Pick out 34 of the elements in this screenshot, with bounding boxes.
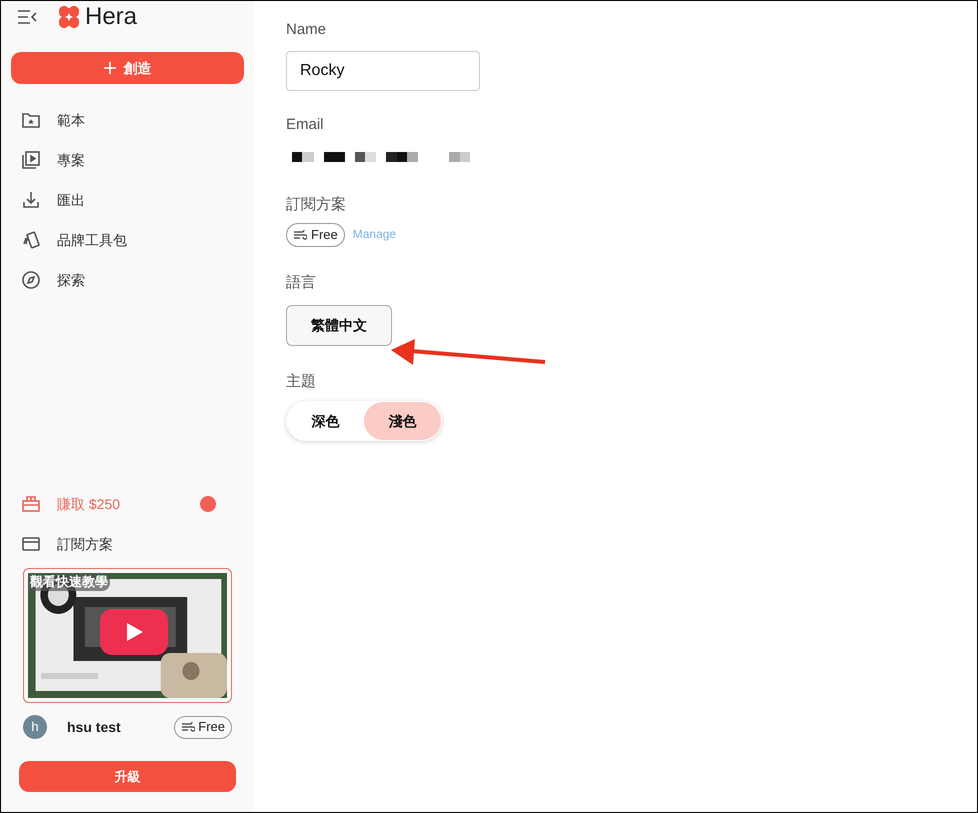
nav-item[interactable]: 匯出 <box>1 180 254 220</box>
menu-icon[interactable] <box>17 10 37 24</box>
theme-option[interactable]: 淺色 <box>364 402 441 440</box>
field-label: 主題 <box>286 372 317 392</box>
compass-icon <box>21 270 41 290</box>
name-field[interactable]: Rocky <box>286 51 480 91</box>
user-name: hsu test <box>67 718 121 736</box>
field-label: Name <box>286 20 328 40</box>
nav-item[interactable]: 訂閱方案 <box>1 524 254 564</box>
plan-badge: Free <box>286 223 345 247</box>
field-label: 語言 <box>286 273 317 293</box>
user-avatar: h <box>23 715 47 739</box>
nav-item[interactable]: 專案 <box>1 140 254 180</box>
wind-icon <box>181 722 196 732</box>
nav-item[interactable]: 品牌工具包 <box>1 220 254 260</box>
credit-card-icon <box>21 534 41 554</box>
gift-icon <box>21 494 41 514</box>
cards-icon <box>21 230 41 250</box>
field-label: 訂閱方案 <box>286 195 347 215</box>
wind-icon <box>293 230 307 240</box>
nav-item[interactable]: 探索 <box>1 260 254 300</box>
video-stack-icon <box>21 150 41 170</box>
plan-badge: Free <box>174 716 232 738</box>
logo-icon <box>57 5 81 29</box>
video-card[interactable]: 觀看快速教學 <box>23 568 232 703</box>
folder-icon <box>21 110 41 130</box>
plus-icon <box>104 62 116 74</box>
play-button-icon[interactable] <box>100 609 168 655</box>
field-label: Email <box>286 115 325 135</box>
download-icon <box>21 190 41 210</box>
video-badge: 觀看快速教學 <box>28 573 110 591</box>
logo-text: Hera <box>85 5 138 29</box>
nav-item[interactable]: 範本 <box>1 100 254 140</box>
language-button[interactable]: 繁體中文 <box>286 305 392 346</box>
